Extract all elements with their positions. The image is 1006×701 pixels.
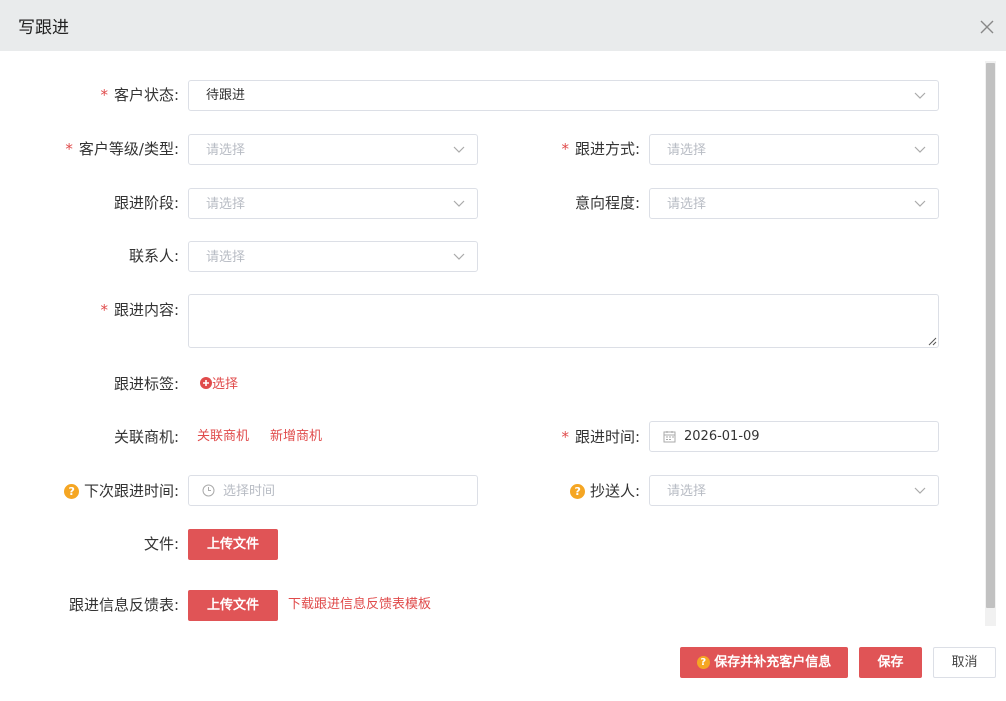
contact-label: 联系人: (128, 247, 179, 265)
close-icon[interactable] (980, 20, 994, 34)
follow-stage-placeholder: 请选择 (206, 197, 246, 212)
follow-time-label: * 跟进时间: (561, 428, 640, 446)
intent-level-select[interactable]: 请选择 (649, 188, 939, 219)
chevron-down-icon (453, 253, 465, 260)
follow-method-placeholder: 请选择 (667, 143, 707, 158)
contact-select[interactable]: 请选择 (188, 241, 478, 272)
follow-tags-label: 跟进标签: (113, 375, 179, 393)
dialog-title: 写跟进 (18, 18, 69, 38)
file-label: 文件: (143, 535, 179, 553)
question-circle-icon[interactable]: ? (570, 484, 586, 499)
cc-select[interactable]: 请选择 (649, 475, 939, 506)
intent-level-placeholder: 请选择 (667, 197, 707, 212)
clock-icon (202, 484, 215, 497)
next-follow-time-placeholder: 选择时间 (223, 484, 276, 499)
contact-placeholder: 请选择 (206, 250, 246, 265)
next-follow-time-label: ? 下次跟进时间: (64, 481, 179, 501)
save-and-complete-button[interactable]: ? 保存并补充客户信息 (680, 647, 848, 678)
select-tags-button[interactable]: 选择 (200, 377, 238, 393)
cc-label: ? 抄送人: (570, 481, 640, 501)
resize-grip-icon[interactable] (928, 337, 937, 346)
customer-level-label: * 客户等级/类型: (65, 140, 179, 158)
plus-circle-icon (200, 377, 212, 389)
customer-level-select[interactable]: 请选择 (188, 134, 478, 165)
customer-status-value: 待跟进 (206, 88, 246, 103)
chevron-down-icon (914, 200, 926, 207)
cancel-button[interactable]: 取消 (933, 647, 996, 678)
dialog-header: 写跟进 (0, 0, 1006, 51)
upload-feedback-button[interactable]: 上传文件 (188, 590, 278, 621)
select-tags-label: 选择 (212, 377, 239, 392)
download-template-link[interactable]: 下载跟进信息反馈表模板 (288, 597, 431, 613)
chevron-down-icon (914, 146, 926, 153)
chevron-down-icon (453, 146, 465, 153)
customer-status-label: * 客户状态: (100, 86, 179, 104)
follow-time-input[interactable]: 2026-01-09 (649, 421, 939, 452)
intent-level-label: 意向程度: (574, 194, 640, 212)
follow-stage-select[interactable]: 请选择 (188, 188, 478, 219)
customer-status-select[interactable]: 待跟进 (188, 80, 939, 111)
calendar-icon (663, 431, 676, 443)
follow-method-select[interactable]: 请选择 (649, 134, 939, 165)
related-opportunity-link[interactable]: 关联商机 (197, 429, 249, 445)
save-button[interactable]: 保存 (859, 647, 922, 678)
scrollbar-thumb[interactable] (986, 63, 995, 608)
cc-placeholder: 请选择 (667, 484, 707, 499)
follow-content-label: * 跟进内容: (100, 301, 179, 319)
feedback-form-label: 跟进信息反馈表: (68, 596, 179, 614)
save-and-complete-label: 保存并补充客户信息 (714, 655, 832, 670)
question-circle-icon[interactable]: ? (64, 484, 80, 499)
chevron-down-icon (914, 487, 926, 494)
question-circle-icon: ? (696, 656, 710, 669)
follow-content-textarea[interactable] (188, 294, 939, 348)
follow-method-label: * 跟进方式: (561, 140, 640, 158)
follow-stage-label: 跟进阶段: (113, 194, 179, 212)
follow-time-value: 2026-01-09 (684, 429, 760, 444)
chevron-down-icon (453, 200, 465, 207)
new-opportunity-link[interactable]: 新增商机 (270, 429, 322, 445)
scrollbar[interactable] (985, 61, 996, 626)
customer-level-placeholder: 请选择 (206, 143, 246, 158)
next-follow-time-input[interactable]: 选择时间 (188, 475, 478, 506)
chevron-down-icon (914, 92, 926, 99)
upload-file-button[interactable]: 上传文件 (188, 529, 278, 560)
related-opportunity-label: 关联商机: (113, 428, 179, 446)
